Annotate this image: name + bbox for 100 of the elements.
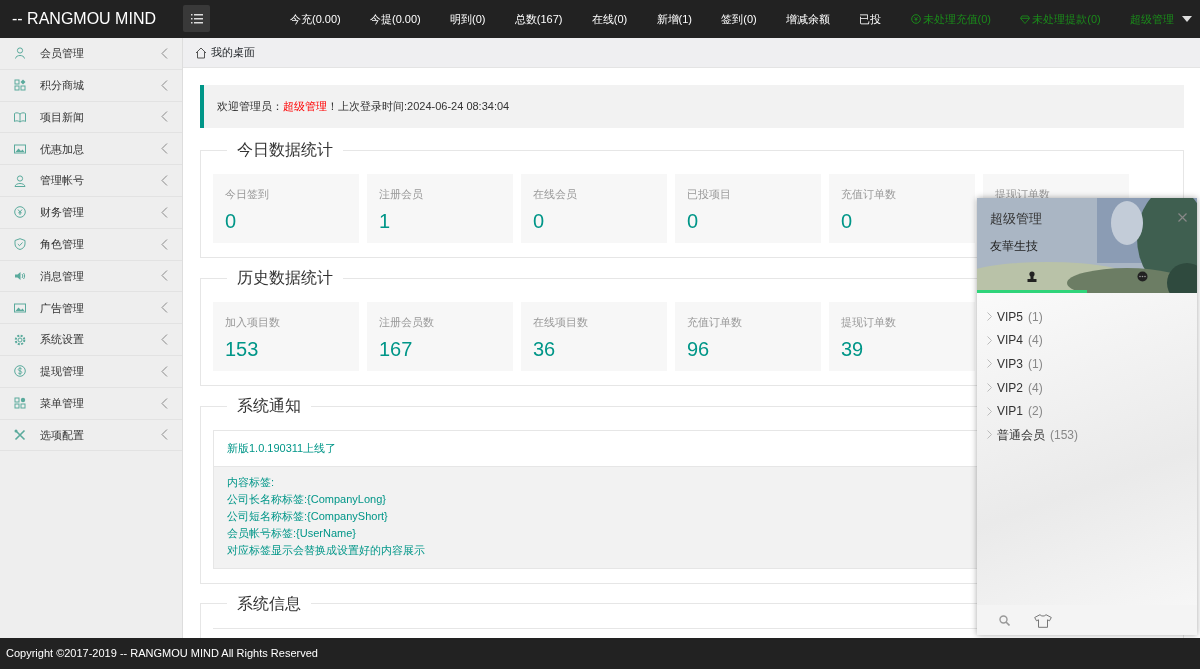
group-item[interactable]: VIP5 (1) [987,305,1197,329]
section-title: 今日数据统计 [236,142,334,158]
notice-text: 公司长名称标签:{CompanyLong} [227,491,387,507]
nav-link[interactable]: 今充(0.00) [290,10,341,28]
stat-value: 153 [225,336,260,361]
sidebar-item[interactable]: 角色管理 [0,228,182,261]
home-icon [195,46,207,59]
users-icon [14,174,26,187]
stat-value: 0 [841,208,854,233]
chevron-right-icon [987,383,992,393]
chevron-left-icon [161,365,168,377]
nav-link[interactable]: 今提(0.00) [370,10,421,28]
stat-value: 167 [379,336,414,361]
chevron-left-icon [161,79,168,91]
chevron-left-icon [161,111,168,123]
sidebar-item[interactable]: 财务管理 [0,197,182,229]
panel-subtitle: 友華生技 [990,238,1038,255]
notice-text: 对应标签显示会替换成设置好的内容展示 [227,542,426,558]
chevron-left-icon [161,302,168,314]
sidebar-item[interactable]: 广告管理 [0,292,182,325]
stat-label: 提现订单数 [841,315,897,330]
chevron-right-icon [987,359,992,369]
chevron-left-icon [161,206,168,218]
section-title: 系统信息 [236,595,302,612]
group-item[interactable]: VIP1 (2) [987,399,1197,423]
caret-icon [1182,16,1192,22]
sidebar-item[interactable]: 会员管理 [0,38,182,70]
speaker-icon [14,269,26,282]
sidebar-item[interactable]: 提现管理 [0,355,182,388]
panel-title: 超级管理 [990,210,1042,228]
menu-toggle-button[interactable] [183,5,210,32]
logo: -- RANGMOU MIND [11,9,157,29]
diamond-icon [1020,14,1031,24]
stat-value: 39 [841,336,865,361]
nav-link[interactable]: 新增(1) [656,10,692,28]
section-title: 历史数据统计 [236,270,334,286]
shield-icon [14,238,26,251]
chevron-left-icon [161,397,168,409]
group-item[interactable]: VIP4 (4) [987,328,1197,353]
group-item[interactable]: VIP2 (4) [987,375,1197,400]
stat-label: 注册会员数 [379,315,435,330]
notice-text: 公司短名称标签:{CompanyShort} [227,508,389,524]
nav-link[interactable]: 未处理充值(0) [910,10,991,28]
user-menu[interactable]: 超级管理 [1130,10,1192,28]
book-icon [14,111,26,123]
chevron-left-icon [161,270,168,282]
chevron-left-icon [161,175,168,187]
menu-icon [190,13,203,24]
nav-link[interactable]: 在线(0) [591,10,628,28]
chat-icon [1136,271,1148,282]
person-icon [1027,271,1037,282]
stat-label: 在线会员 [533,187,578,202]
nav-link[interactable]: 明到(0) [450,10,486,28]
nav-link[interactable]: 增减余额 [785,10,830,28]
stat-value: 0 [225,208,238,233]
apps-icon [14,79,26,92]
nav-link[interactable]: 已投 [859,10,882,28]
group-item[interactable]: 普通会员 (153) [987,422,1197,447]
chevron-left-icon [161,143,168,155]
chevron-right-icon [987,430,992,440]
stat-label: 在线项目数 [533,315,589,330]
skin-button[interactable] [1034,611,1052,629]
sidebar-item[interactable]: 积分商城 [0,69,182,102]
stat-label: 加入项目数 [225,315,281,330]
notice-link[interactable]: 新版1.0.190311上线了 [227,442,337,454]
user-icon [14,47,26,60]
chevron-left-icon [161,334,168,346]
notice-text: 会员帐号标签:{UserName} [227,525,357,541]
sidebar-item[interactable]: 项目新闻 [0,101,182,134]
yen-icon [14,206,26,219]
sidebar-item[interactable]: 优惠加息 [0,133,182,166]
gear-icon [14,333,26,346]
nav-link[interactable]: 总数(167) [514,10,563,28]
sidebar-item[interactable]: 管理帐号 [0,165,182,197]
close-icon [1178,213,1187,223]
nav-link[interactable]: 签到(0) [721,10,757,28]
chevron-left-icon [161,47,168,59]
sidebar-item[interactable]: 系统设置 [0,324,182,356]
stat-value: 96 [687,336,711,361]
stat-label: 注册会员 [379,187,424,202]
notice-text: 内容标签: [227,474,276,490]
stat-label: 充值订单数 [687,315,743,330]
breadcrumb-link[interactable]: 我的桌面 [211,44,255,61]
sidebar-item[interactable]: 菜单管理 [0,387,182,420]
sidebar-item[interactable]: 消息管理 [0,260,182,293]
stat-label: 充值订单数 [841,187,897,202]
stat-value: 36 [533,336,557,361]
chevron-left-icon [161,238,168,250]
search-icon [999,615,1010,627]
shirt-icon [1034,613,1052,628]
chevron-left-icon [161,429,168,441]
group-item[interactable]: VIP3 (1) [987,352,1197,376]
copyright-text: Copyright ©2017-2019 -- RANGMOU MIND All Rights Reserved [0,638,1200,669]
chevron-right-icon [987,312,992,322]
nav-link[interactable]: 未处理提款(0) [1020,10,1101,28]
stat-value: 0 [687,208,700,233]
welcome-message: 欢迎管理员：超级管理！上次登录时间:2024-06-24 08:34:04 [200,85,1184,128]
sidebar-item[interactable]: 选项配置 [0,419,182,452]
dollar-icon [14,365,26,378]
chevron-right-icon [987,335,992,345]
